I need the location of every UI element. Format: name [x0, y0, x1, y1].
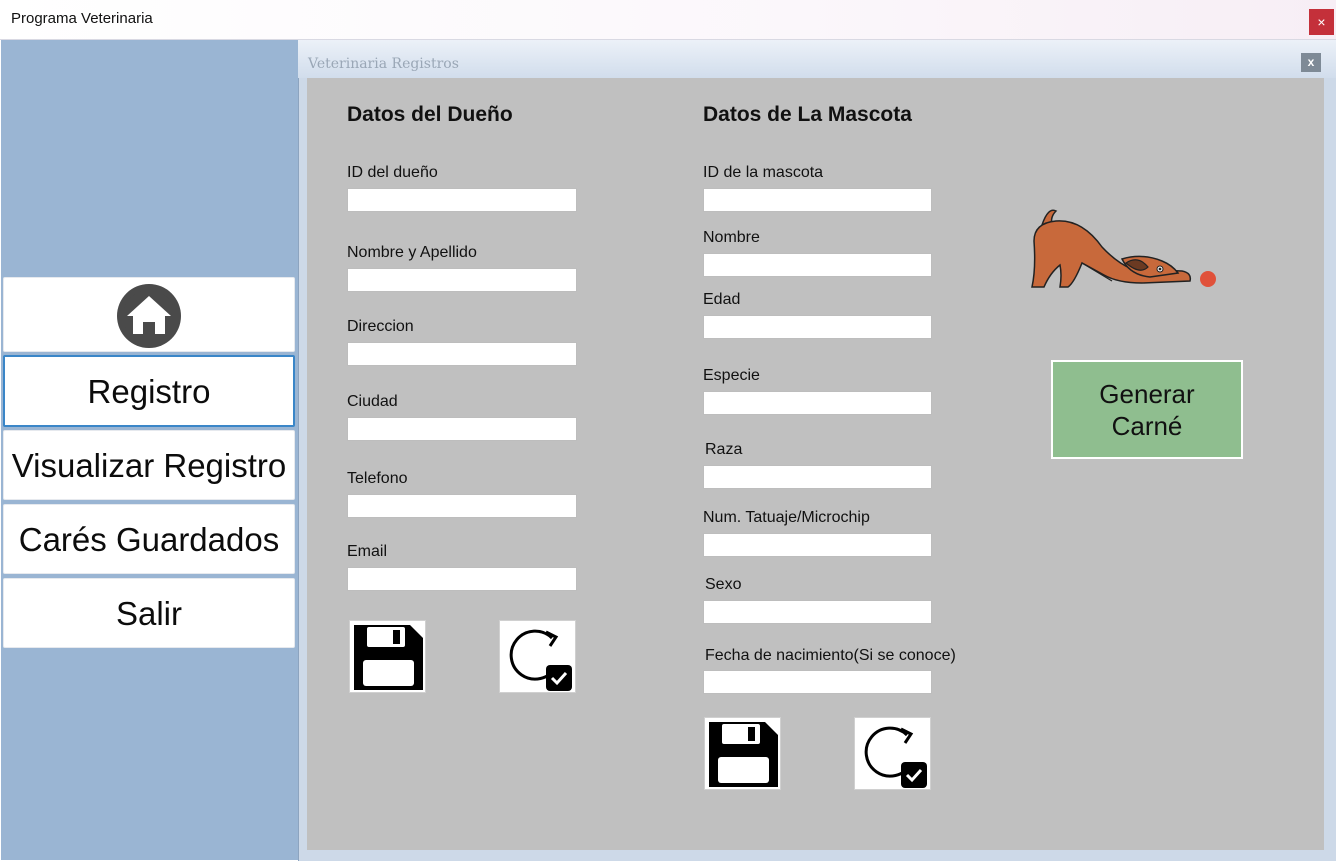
pet-refresh-button[interactable]: [854, 717, 931, 790]
sidebar-item-cares-guardados[interactable]: Carés Guardados: [3, 504, 295, 574]
owner-address-label: Direccion: [347, 318, 414, 335]
pet-birthdate-label: Fecha de nacimiento(Si se conoce): [705, 647, 956, 664]
home-icon: [117, 284, 181, 348]
sidebar-item-home[interactable]: [3, 277, 295, 352]
pet-save-button[interactable]: [704, 717, 781, 790]
generate-card-label-line1: Generar: [1099, 378, 1195, 409]
owner-refresh-button[interactable]: [499, 620, 576, 693]
generate-card-button[interactable]: Generar Carné: [1051, 360, 1243, 459]
owner-phone-label: Telefono: [347, 470, 408, 487]
floppy-disk-icon: [709, 722, 778, 787]
window-title: Programa Veterinaria: [11, 10, 153, 27]
pet-name-input[interactable]: [703, 253, 932, 277]
owner-phone-input[interactable]: [347, 494, 577, 518]
refresh-check-icon: [864, 726, 927, 788]
child-window-title: Veterinaria Registros: [308, 56, 459, 72]
pet-age-label: Edad: [703, 291, 741, 308]
pet-sex-input[interactable]: [703, 600, 932, 624]
pet-species-input[interactable]: [703, 391, 932, 415]
refresh-check-icon: [509, 629, 572, 691]
child-window-close-button[interactable]: x: [1301, 53, 1321, 72]
dog-illustration: [1031, 209, 1216, 288]
pet-id-input[interactable]: [703, 188, 932, 212]
pet-id-label: ID de la mascota: [703, 164, 824, 181]
floppy-disk-icon: [354, 625, 423, 690]
owner-id-label: ID del dueño: [347, 164, 438, 181]
owner-heading: Datos del Dueño: [347, 103, 513, 126]
window-close-button[interactable]: ×: [1309, 9, 1334, 35]
owner-city-label: Ciudad: [347, 393, 398, 410]
pet-birthdate-input[interactable]: [703, 670, 932, 694]
owner-save-button[interactable]: [349, 620, 426, 693]
pet-microchip-label: Num. Tatuaje/Microchip: [703, 509, 870, 526]
owner-name-label: Nombre y Apellido: [347, 244, 477, 261]
owner-email-input[interactable]: [347, 567, 577, 591]
window-titlebar: [0, 0, 1336, 40]
sidebar-item-visualizar-registro[interactable]: Visualizar Registro: [3, 430, 295, 500]
owner-email-label: Email: [347, 543, 388, 560]
pet-name-label: Nombre: [703, 229, 760, 246]
owner-id-input[interactable]: [347, 188, 577, 212]
pet-breed-input[interactable]: [703, 465, 932, 489]
pet-microchip-input[interactable]: [703, 533, 932, 557]
sidebar-item-registro[interactable]: Registro: [3, 355, 295, 427]
pet-heading: Datos de La Mascota: [703, 103, 912, 126]
sidebar-item-salir[interactable]: Salir: [3, 578, 295, 648]
owner-city-input[interactable]: [347, 417, 577, 441]
pet-species-label: Especie: [703, 367, 760, 384]
pet-age-input[interactable]: [703, 315, 932, 339]
generate-card-label-line2: Carné: [1111, 410, 1183, 441]
owner-name-input[interactable]: [347, 268, 577, 292]
owner-address-input[interactable]: [347, 342, 577, 366]
pet-sex-label: Sexo: [705, 576, 742, 593]
pet-breed-label: Raza: [705, 441, 743, 458]
